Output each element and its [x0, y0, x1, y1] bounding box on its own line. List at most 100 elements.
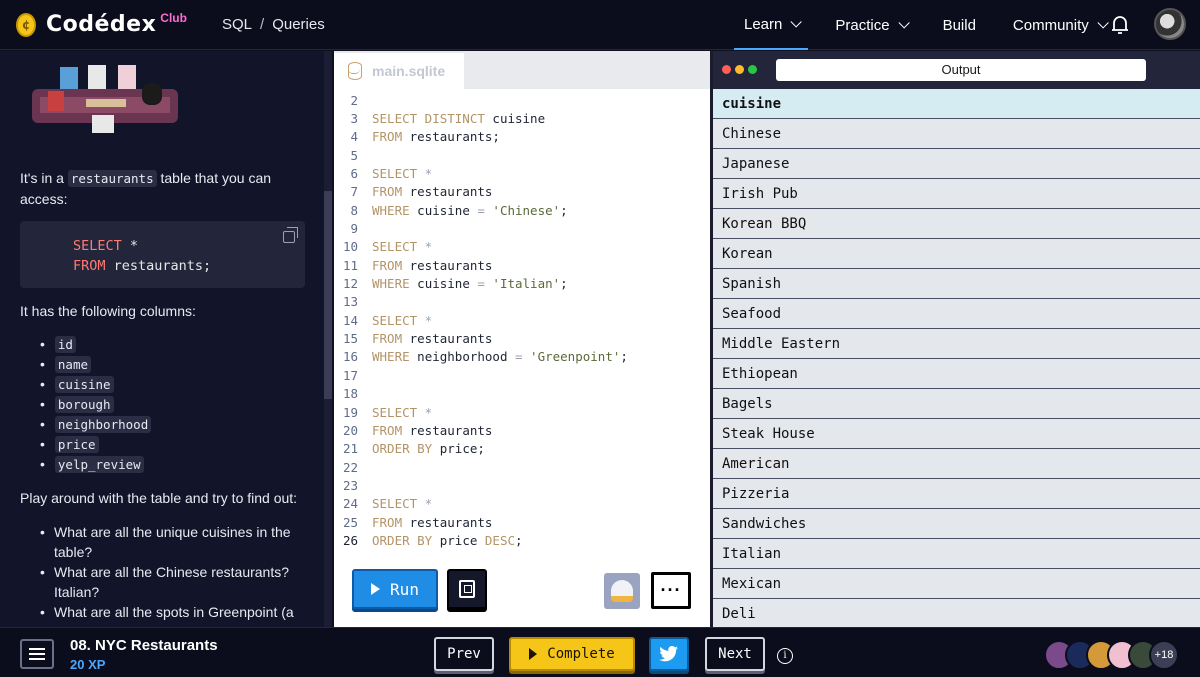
code-line[interactable]: 24 SELECT * [334, 495, 710, 513]
code-token: ; [620, 349, 628, 365]
table-row: Pizzeria [713, 479, 1200, 509]
code-editor: main.sqlite 2 3 SELECT DISTINCT cuisine 4 FR… [334, 51, 710, 627]
code-line[interactable]: 25 FROM restaurants [334, 513, 710, 531]
code-line[interactable]: 17 [334, 366, 710, 384]
run-button[interactable]: Run [352, 569, 438, 609]
line-number: 2 [350, 92, 358, 108]
code-line[interactable]: 11 FROM restaurants [334, 256, 710, 274]
restaurant-illustration [32, 65, 178, 133]
code-line[interactable]: 10 SELECT * [334, 238, 710, 256]
table-row: Spanish [713, 269, 1200, 299]
line-number: 14 [342, 312, 358, 328]
more-options-button[interactable]: ··· [651, 572, 691, 609]
code-token: * [417, 496, 433, 512]
line-number: 25 [342, 514, 358, 530]
close-dot [722, 65, 731, 74]
tab-label: main.sqlite [372, 63, 446, 79]
tab-main-sqlite[interactable]: main.sqlite [334, 53, 464, 89]
nav-practice[interactable]: Practice [825, 0, 915, 50]
output-panel: Output cuisine Chinese Japanese Irish Pub K… [713, 51, 1200, 627]
next-button[interactable]: Next [705, 637, 765, 671]
code-token: cuisine [484, 111, 546, 127]
line-number: 20 [342, 422, 358, 438]
line-number: 13 [342, 294, 358, 310]
copy-icon[interactable] [283, 227, 298, 243]
save-button[interactable] [447, 569, 487, 609]
code-line[interactable]: 22 [334, 458, 710, 476]
table-row: Bagels [713, 389, 1200, 419]
code-keyword: SELECT [73, 238, 122, 254]
code-token: cuisine [409, 276, 478, 292]
play-intro: Play around with the table and try to fi… [20, 490, 298, 506]
code-line[interactable]: 3 SELECT DISTINCT cuisine [334, 109, 710, 127]
column-name: borough [54, 395, 114, 413]
code-line[interactable]: 14 SELECT * [334, 311, 710, 329]
mascot-icon[interactable] [604, 573, 640, 609]
code-token: restaurants [402, 184, 493, 200]
code-token: restaurants; [402, 129, 500, 145]
table-row: Irish Pub [713, 179, 1200, 209]
column-name: id [54, 335, 76, 353]
code-token: SELECT [372, 496, 418, 512]
scrollbar-thumb[interactable] [324, 191, 332, 399]
code-snippet: SELECT * FROM restaurants; [20, 221, 305, 288]
code-line[interactable]: 16 WHERE neighborhood = 'Greenpoint'; [334, 348, 710, 366]
code-token: FROM [372, 514, 403, 530]
code-line[interactable]: 26 ORDER BY price DESC; [334, 531, 710, 549]
code-area[interactable]: 2 3 SELECT DISTINCT cuisine 4 FROM restauran… [334, 91, 710, 550]
lesson-scrollbar[interactable] [324, 51, 332, 627]
code-line[interactable]: 21 ORDER BY price; [334, 440, 710, 458]
bell-icon[interactable] [1110, 14, 1130, 36]
nav-community[interactable]: Community [1003, 0, 1115, 50]
line-number: 17 [342, 367, 358, 383]
code-line[interactable]: 8 WHERE cuisine = 'Chinese'; [334, 201, 710, 219]
table-row: Korean BBQ [713, 209, 1200, 239]
breadcrumb-chapter[interactable]: Queries [272, 16, 325, 33]
code-token: neighborhood [409, 349, 515, 365]
list-item: What are all the spots in Greenpoint (a [40, 602, 310, 622]
list-item: name [40, 354, 151, 374]
code-line[interactable]: 6 SELECT * [334, 164, 710, 182]
columns-intro: It has the following columns: [20, 303, 196, 319]
nav-learn[interactable]: Learn [734, 0, 809, 50]
code-line[interactable]: 12 WHERE cuisine = 'Italian'; [334, 274, 710, 292]
community-avatars[interactable]: +18 [1044, 640, 1179, 670]
info-icon[interactable]: i [777, 648, 793, 664]
breadcrumb-course[interactable]: SQL [222, 16, 252, 33]
line-number: 22 [342, 459, 358, 475]
column-name: neighborhood [54, 415, 152, 433]
code-line[interactable]: 15 FROM restaurants [334, 329, 710, 347]
code-line[interactable]: 19 SELECT * [334, 403, 710, 421]
code-line[interactable]: 7 FROM restaurants [334, 183, 710, 201]
nav-build[interactable]: Build [933, 0, 986, 50]
code-line[interactable]: 2 [334, 91, 710, 109]
code-token: restaurants [402, 257, 493, 273]
breadcrumb: SQL / Queries [222, 16, 325, 33]
complete-button[interactable]: Complete [509, 637, 635, 671]
code-line[interactable]: 5 [334, 146, 710, 164]
questions-list: What are all the unique cuisines in the … [40, 522, 310, 622]
list-item: price [40, 434, 151, 454]
code-token: ; [515, 532, 523, 548]
code-line[interactable]: 23 [334, 476, 710, 494]
line-number: 9 [350, 221, 358, 237]
code-line[interactable]: 20 FROM restaurants [334, 421, 710, 439]
twitter-icon [659, 646, 678, 662]
code-line[interactable]: 4 FROM restaurants; [334, 128, 710, 146]
chevron-down-icon [1097, 17, 1109, 29]
list-item: What are all the Chinese restaurants? It… [40, 562, 310, 602]
code-line[interactable]: 9 [334, 219, 710, 237]
user-avatar[interactable] [1154, 8, 1186, 40]
lesson-xp: 20 XP [70, 657, 106, 672]
table-row: Seafood [713, 299, 1200, 329]
code-token: = [477, 276, 485, 292]
code-line[interactable]: 18 [334, 385, 710, 403]
code-line[interactable]: 13 [334, 293, 710, 311]
prev-button[interactable]: Prev [434, 637, 494, 671]
line-number: 8 [350, 202, 358, 218]
database-icon [348, 62, 362, 80]
lesson-menu-button[interactable] [20, 639, 54, 669]
codedex-logo[interactable]: ¢ Codédex Club [16, 11, 187, 37]
twitter-share-button[interactable] [649, 637, 689, 671]
table-row: American [713, 449, 1200, 479]
